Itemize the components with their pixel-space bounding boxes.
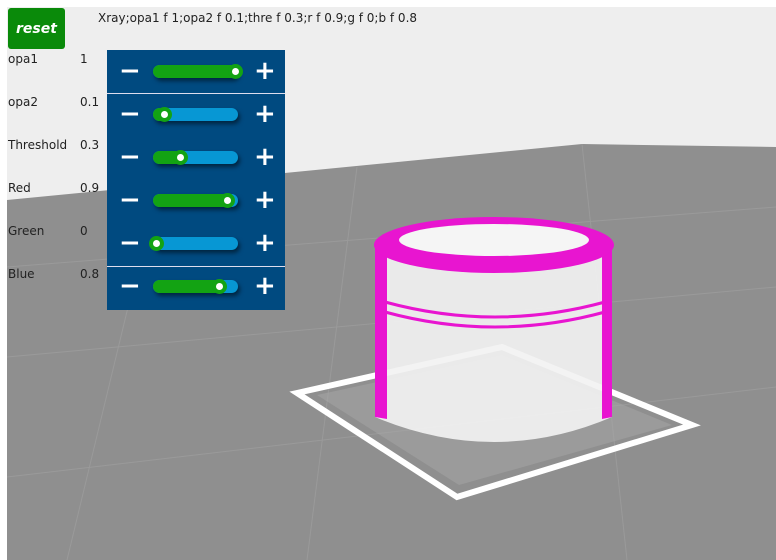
slider-row-threshold: − +: [107, 136, 285, 179]
slider-track[interactable]: [153, 65, 238, 78]
plus-icon[interactable]: +: [254, 271, 276, 301]
slider-row-opa2: − +: [107, 93, 285, 136]
slider-row-blue: − +: [107, 265, 285, 308]
control-value: 1: [80, 52, 88, 66]
slider-track[interactable]: [153, 237, 238, 250]
plus-icon[interactable]: +: [254, 185, 276, 215]
control-value: 0.9: [80, 181, 100, 195]
status-text: Xray;opa1 f 1;opa2 f 0.1;thre f 0.3;r f …: [98, 11, 418, 25]
reset-button[interactable]: reset: [8, 8, 65, 49]
control-value: 0.3: [80, 138, 100, 152]
minus-icon[interactable]: −: [119, 142, 141, 172]
control-value: 0.1: [80, 95, 100, 109]
plus-icon[interactable]: +: [254, 228, 276, 258]
control-value: 0.8: [80, 267, 100, 281]
control-label: Green: [8, 224, 45, 238]
control-label: opa1: [8, 52, 38, 66]
slider-thumb[interactable]: [228, 64, 243, 79]
slider-row-green: − +: [107, 222, 285, 265]
minus-icon[interactable]: −: [119, 56, 141, 86]
plus-icon[interactable]: +: [254, 56, 276, 86]
cylinder-body: [375, 245, 612, 442]
slider-thumb[interactable]: [156, 107, 172, 122]
slider-thumb[interactable]: [172, 150, 188, 165]
control-label: opa2: [8, 95, 38, 109]
slider-row-red: − +: [107, 179, 285, 222]
control-value: 0: [80, 224, 88, 238]
slider-thumb[interactable]: [220, 193, 236, 208]
minus-icon[interactable]: −: [119, 99, 141, 129]
slider-row-opa1: − +: [107, 50, 285, 93]
minus-icon[interactable]: −: [119, 271, 141, 301]
minus-icon[interactable]: −: [119, 185, 141, 215]
divider: [107, 266, 285, 267]
divider: [107, 93, 285, 94]
slider-track[interactable]: [153, 151, 238, 164]
slider-thumb[interactable]: [149, 236, 164, 251]
control-label: Red: [8, 181, 31, 195]
control-label: Threshold: [8, 138, 68, 152]
slider-panel: − + − + − + − + − + − +: [107, 50, 285, 310]
control-label: Blue: [8, 267, 35, 281]
plus-icon[interactable]: +: [254, 99, 276, 129]
minus-icon[interactable]: −: [119, 228, 141, 258]
plus-icon[interactable]: +: [254, 142, 276, 172]
